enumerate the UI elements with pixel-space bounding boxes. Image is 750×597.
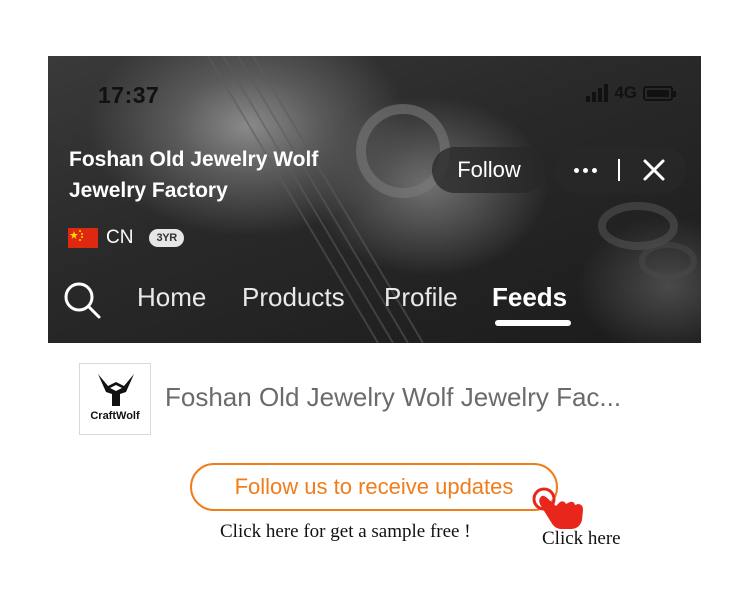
battery-icon [643, 85, 676, 101]
action-pill [555, 147, 686, 193]
store-logo-text: CraftWolf [90, 410, 140, 422]
country-code: CN [106, 227, 134, 248]
status-time: 17:37 [98, 82, 160, 108]
page: 17:37 4G Foshan Old Jewelry Wolf Jewelry… [0, 0, 750, 597]
close-icon[interactable] [641, 157, 667, 183]
store-logo[interactable]: CraftWolf [79, 363, 151, 435]
follow-updates-button[interactable]: Follow us to receive updates [190, 463, 558, 511]
pill-divider [617, 159, 620, 181]
tab-feeds[interactable]: Feeds [492, 282, 567, 313]
tab-home[interactable]: Home [137, 282, 206, 313]
status-indicators: 4G [586, 83, 676, 103]
more-icon[interactable] [573, 167, 597, 173]
pointing-hand-icon [532, 487, 583, 529]
click-here-label[interactable]: Click here [542, 528, 621, 550]
shop-nav: Home Products Profile Feeds [62, 278, 692, 326]
wolf-logo-icon [98, 374, 134, 406]
network-label: 4G [614, 83, 637, 102]
shop-header: 17:37 4G Foshan Old Jewelry Wolf Jewelry… [48, 56, 701, 343]
active-tab-indicator [495, 320, 571, 326]
company-name: Foshan Old Jewelry Wolf Jewelry Factory [69, 148, 319, 202]
sample-offer-text[interactable]: Click here for get a sample free ! [220, 521, 471, 543]
tab-profile[interactable]: Profile [384, 282, 458, 313]
store-name[interactable]: Foshan Old Jewelry Wolf Jewelry Fac... [165, 382, 675, 413]
follow-button[interactable]: Follow [432, 147, 546, 193]
tab-products[interactable]: Products [242, 282, 345, 313]
search-icon[interactable] [62, 280, 102, 320]
signal-icon [586, 84, 609, 102]
years-badge: 3YR [149, 229, 184, 247]
country-row: CN 3YR [68, 227, 184, 249]
china-flag-icon [68, 228, 98, 248]
